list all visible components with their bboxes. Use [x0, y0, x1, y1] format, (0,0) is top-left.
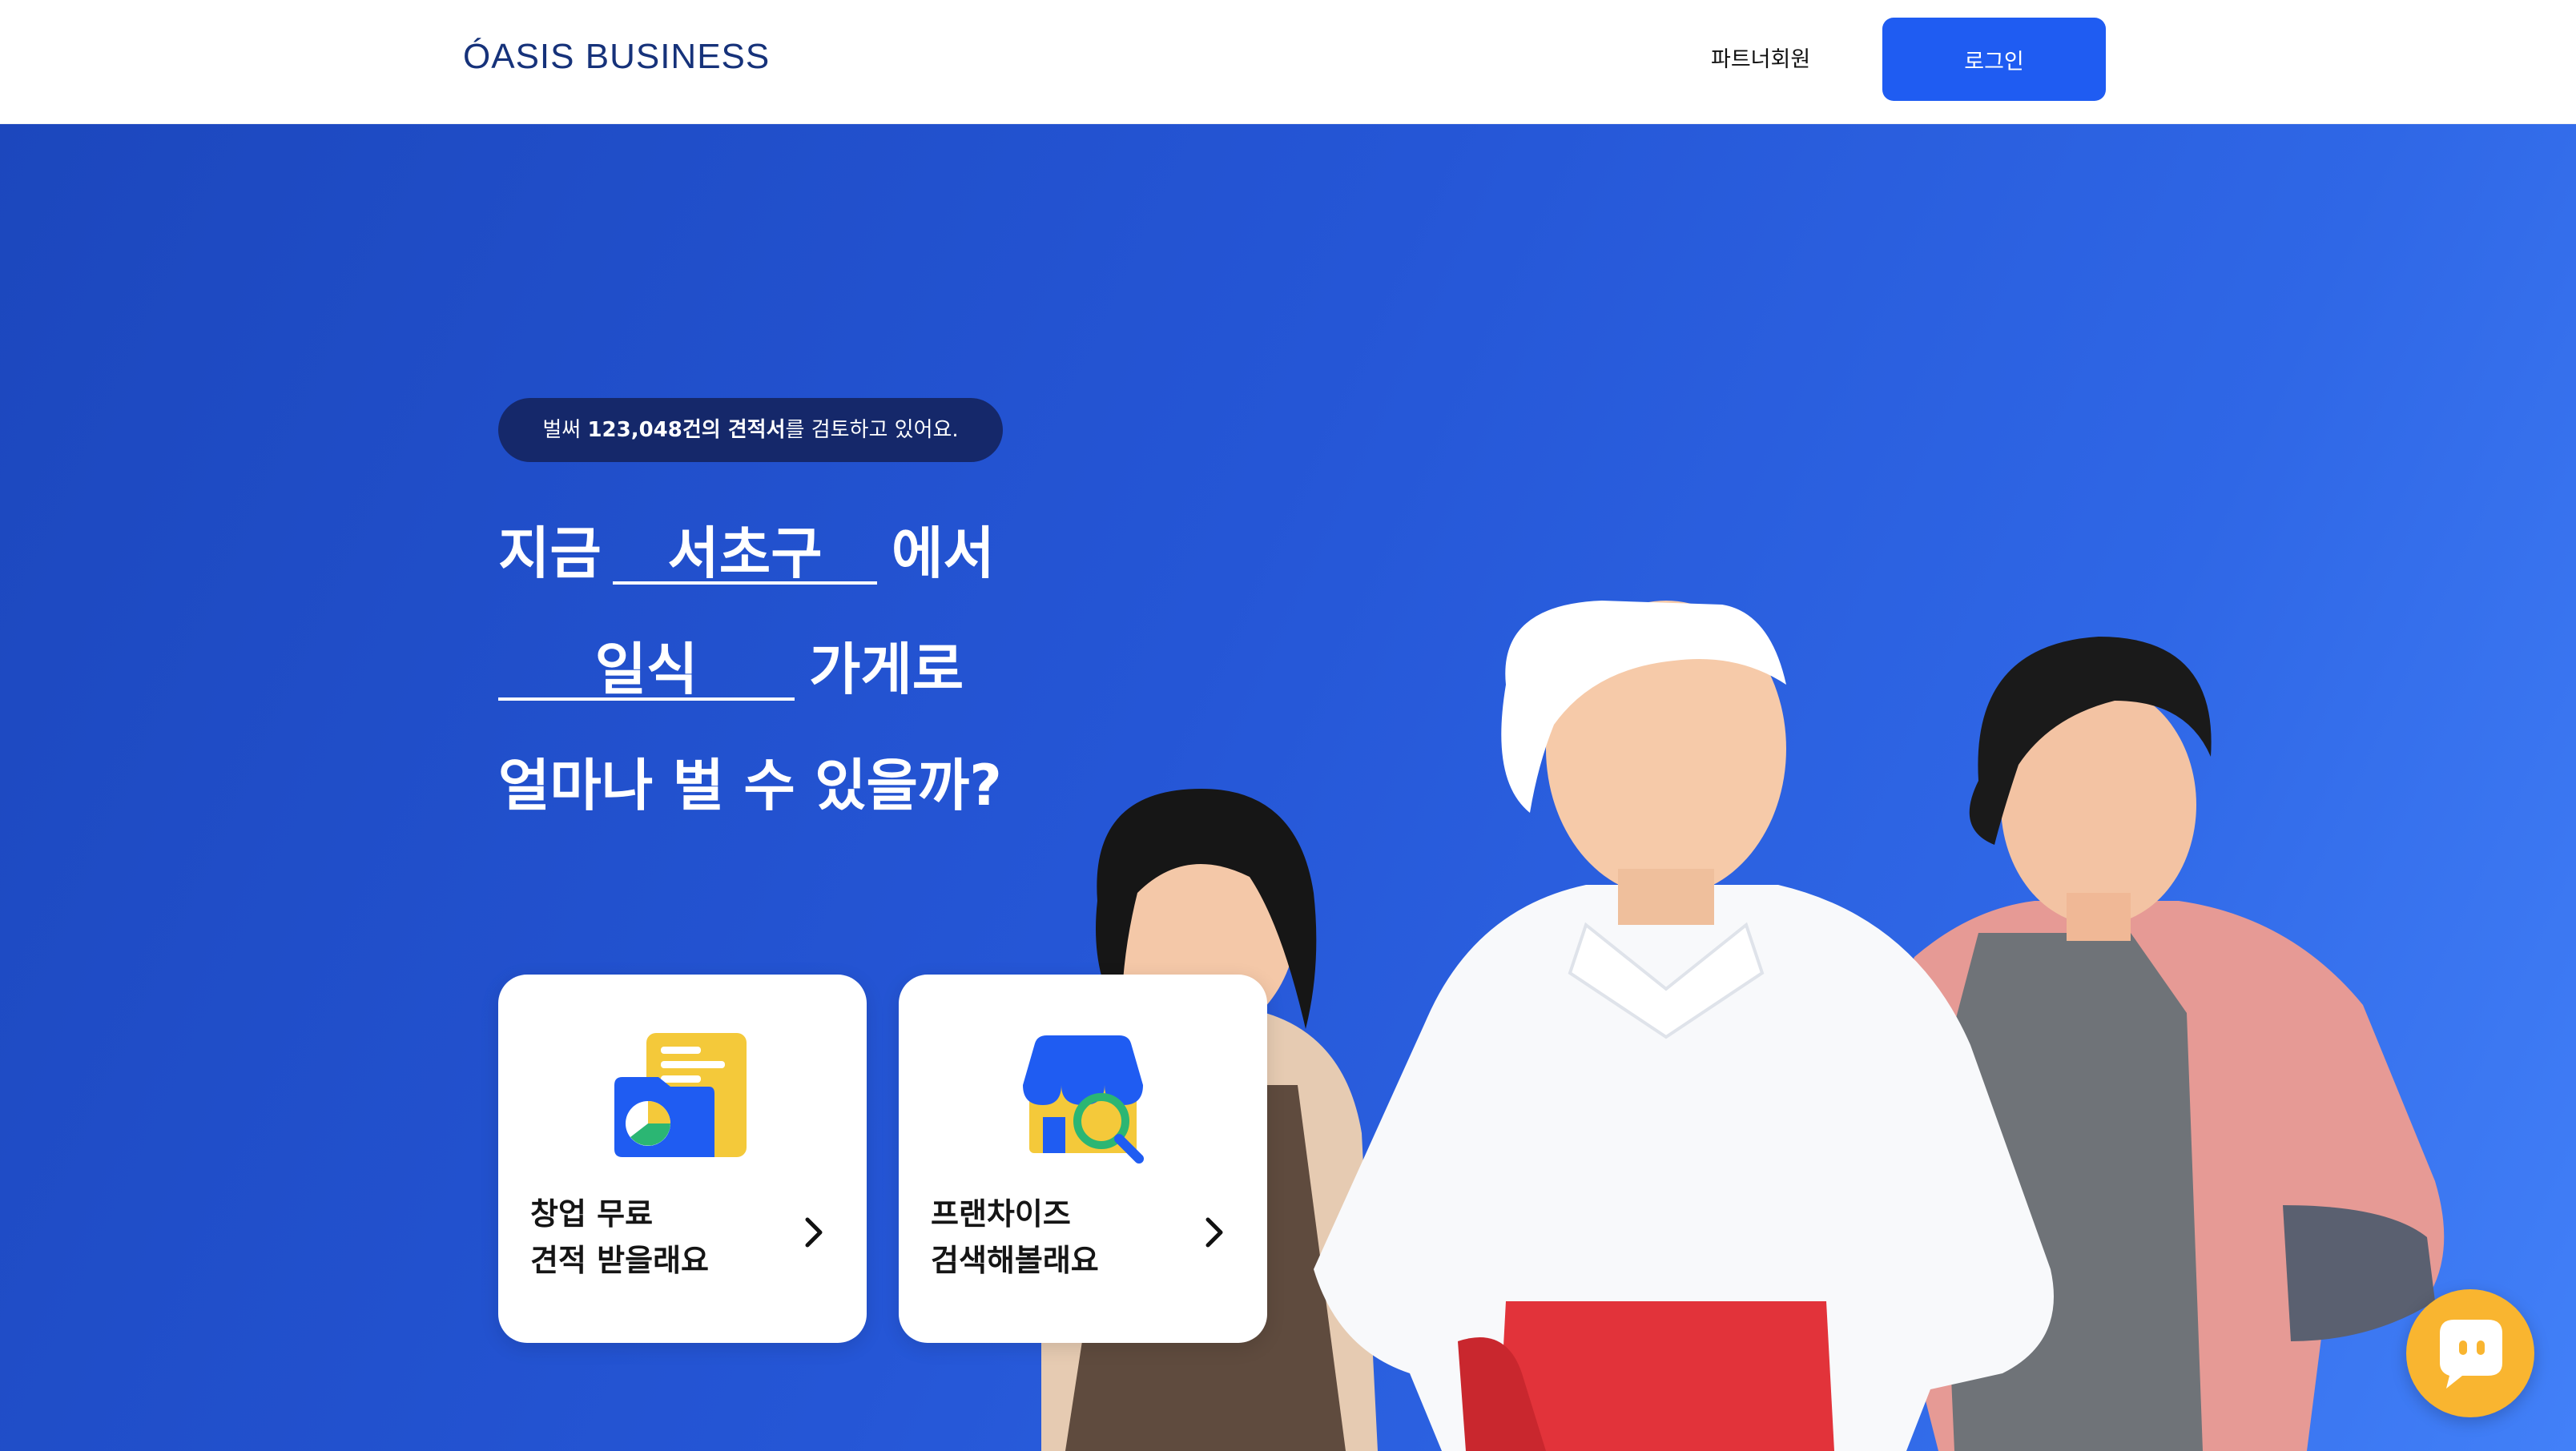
top-navigation-bar: ÓASIS BUSINESS 파트너회원 로그인 — [0, 0, 2576, 124]
headline-line2-suffix: 가게로 — [809, 637, 964, 702]
hero-section: 벌써 123,048건의 견적서를 검토하고 있어요. 지금 서초구 에서 일식… — [0, 124, 2576, 1451]
headline-line1-prefix: 지금 — [498, 521, 602, 586]
chevron-right-icon — [1205, 1217, 1223, 1248]
free-estimate-label-line2: 견적 받을래요 — [530, 1243, 709, 1278]
partner-member-link[interactable]: 파트너회원 — [1711, 42, 1810, 78]
region-select[interactable]: 서초구 — [613, 508, 877, 586]
franchise-search-label-line1: 프랜차이즈 — [931, 1196, 1071, 1232]
franchise-search-label-line2: 검색해볼래요 — [931, 1243, 1099, 1278]
store-search-icon — [1023, 1035, 1144, 1164]
free-estimate-label: 창업 무료 견적 받을래요 — [530, 1191, 709, 1284]
chat-support-button[interactable] — [2406, 1289, 2534, 1417]
chef-man-figure — [1314, 601, 2054, 1451]
free-estimate-label-line1: 창업 무료 — [530, 1196, 654, 1232]
document-chart-icon — [614, 1033, 747, 1157]
franchise-search-card[interactable]: 프랜차이즈 검색해볼래요 — [899, 975, 1267, 1343]
headline-line3: 얼마나 벌 수 있을까? — [498, 753, 1002, 818]
headline-line1-suffix: 에서 — [892, 521, 995, 586]
badge-highlight: 123,048건의 견적서 — [587, 418, 786, 442]
hero-people-illustration — [1041, 601, 2445, 1451]
free-estimate-card[interactable]: 창업 무료 견적 받을래요 — [498, 975, 867, 1343]
oasis-business-logo[interactable]: ÓASIS BUSINESS — [463, 38, 770, 75]
franchise-search-label: 프랜차이즈 검색해볼래요 — [931, 1191, 1099, 1284]
badge-suffix: 를 검토하고 있어요. — [785, 418, 959, 442]
chevron-right-icon — [805, 1217, 823, 1248]
review-count-badge: 벌써 123,048건의 견적서를 검토하고 있어요. — [498, 398, 1003, 462]
business-category-select[interactable]: 일식 — [498, 625, 795, 702]
chat-bubble-icon — [2440, 1320, 2502, 1389]
badge-prefix: 벌써 — [542, 418, 588, 442]
login-button[interactable]: 로그인 — [1882, 18, 2106, 101]
